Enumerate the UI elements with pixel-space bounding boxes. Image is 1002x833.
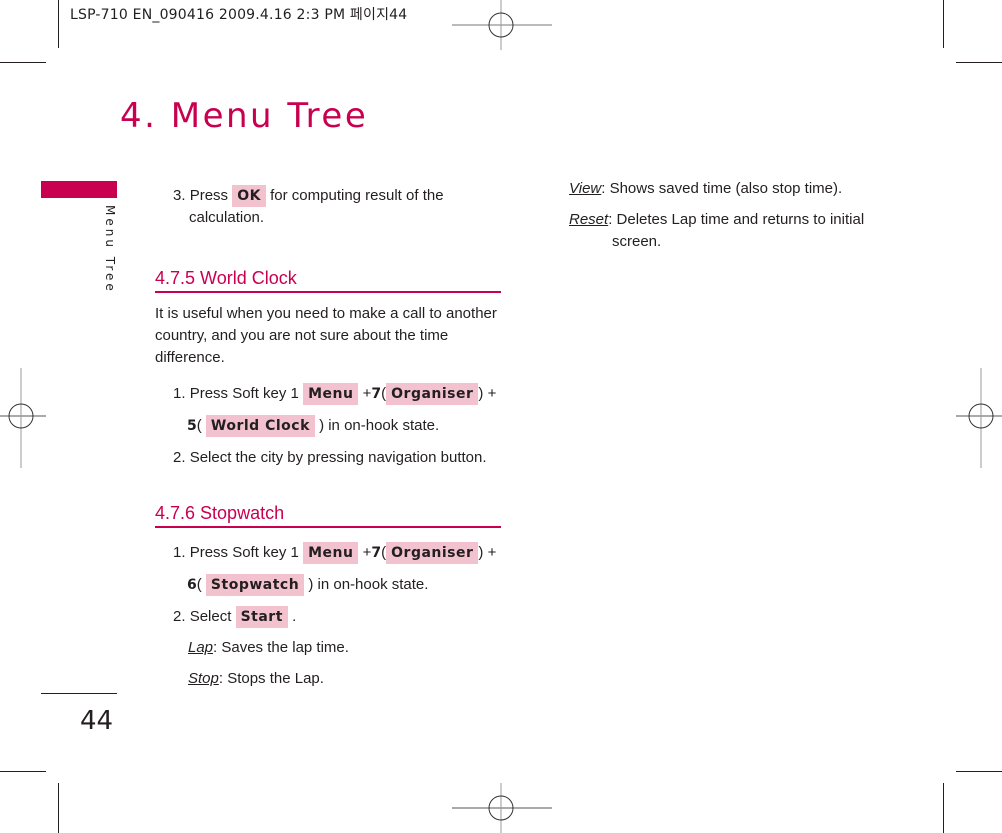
side-tab-marker [41,181,117,198]
start-key: Start [235,606,288,628]
chapter-title: 4. Menu Tree [120,96,369,136]
step-text: Press Soft key 1 [189,544,299,561]
stopwatch-steps: 1. Press Soft key 1 Menu +7(Organiser) +… [173,537,513,694]
organiser-key: Organiser [386,542,479,564]
step-text: ) in on-hook state. [308,576,429,593]
option-stop: Stop: Stops the Lap. [173,663,513,694]
menu-key: Menu [303,542,359,564]
step-continuation: calculation. [189,209,265,226]
organiser-key: Organiser [386,383,479,405]
stopwatch-key: Stopwatch [205,574,305,596]
option-term: Stop [188,670,219,687]
option-term: View [569,180,602,197]
menu-digit: 6 [187,577,197,593]
option-desc: : Deletes Lap time and returns to initia… [608,211,865,228]
registration-mark-icon [452,0,552,50]
step-number: 3. [173,187,186,204]
crop-mark [0,62,46,63]
menu-key: Menu [303,383,359,405]
menu-digit: 7 [371,545,382,561]
step-text: for computing result of the [270,187,444,204]
plus-sign: ) + [478,385,497,402]
option-view: View: Shows saved time (also stop time). [569,178,889,200]
option-desc: : Saves the lap time. [213,639,349,656]
menu-digit: 5 [187,418,197,434]
description-line: difference. [155,349,225,366]
side-chapter-label: Menu Tree [103,205,117,294]
registration-mark-icon [952,368,1002,468]
step-text: Select [189,608,232,625]
step-number: 2. [173,449,186,466]
option-desc: : Shows saved time (also stop time). [601,180,843,197]
section-heading-stopwatch: 4.7.6 Stopwatch [155,503,501,528]
intro-step: 3. Press OK for computing result of the … [173,185,503,229]
description-line: country, and you are not sure about the … [155,327,449,344]
step-text: ) in on-hook state. [319,417,440,434]
crop-mark [956,771,1002,772]
menu-digit: 7 [371,386,382,402]
crop-mark [943,0,944,48]
page-number: 44 [80,706,114,736]
crop-mark [58,0,59,48]
step-number: 2. [173,608,186,625]
step-number: 1. [173,385,186,402]
crop-mark [956,62,1002,63]
option-desc: : Stops the Lap. [218,670,324,687]
step-text: Select the city by pressing navigation b… [189,449,487,466]
world-clock-key: World Clock [205,415,315,437]
step-text: . [292,608,297,625]
step-text: Press Soft key 1 [189,385,299,402]
page-number-rule [41,693,117,694]
step-text: Press [189,187,229,204]
option-continuation: screen. [612,233,662,250]
description-line: It is useful when you need to make a cal… [155,305,497,322]
world-clock-step-1: 1. Press Soft key 1 Menu +7(Organiser) +… [173,383,497,466]
print-header: LSP-710 EN_090416 2009.4.16 2:3 PM 페이지44 [70,7,408,23]
world-clock-description: It is useful when you need to make a cal… [155,303,505,369]
option-reset: Reset: Deletes Lap time and returns to i… [569,209,889,253]
registration-mark-icon [0,368,50,468]
crop-mark [943,783,944,833]
crop-mark [0,771,46,772]
crop-mark [58,783,59,833]
option-lap: Lap: Saves the lap time. [173,632,513,663]
plus-sign: ) + [478,544,497,561]
step-number: 1. [173,544,186,561]
ok-key: OK [232,185,266,207]
section-heading-world-clock: 4.7.5 World Clock [155,268,501,293]
registration-mark-icon [452,783,552,833]
option-term: Lap [188,639,214,656]
option-term: Reset [569,211,609,228]
